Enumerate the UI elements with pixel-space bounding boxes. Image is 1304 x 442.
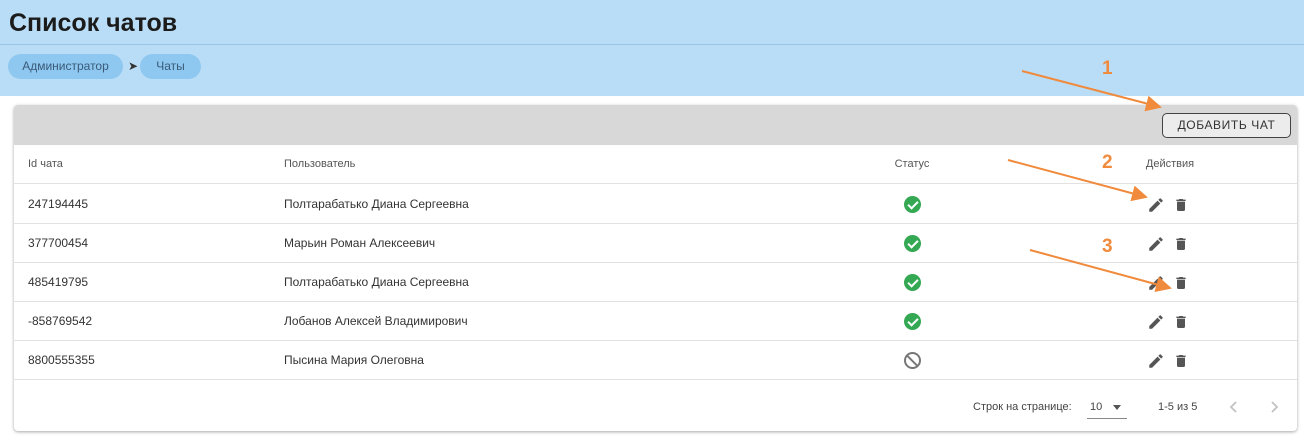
trash-icon[interactable] [1173, 313, 1189, 331]
trash-icon[interactable] [1173, 235, 1189, 253]
annotation-number-1: 1 [1102, 58, 1113, 79]
rows-per-page-label: Строк на странице: [973, 401, 1072, 413]
page-title: Список чатов [9, 9, 178, 37]
column-header-user[interactable]: Пользователь [284, 145, 355, 184]
breadcrumb-separator-icon: ➤ [128, 59, 139, 73]
table-row[interactable]: 8800555355 Пысина Мария Олеговна [14, 341, 1297, 380]
chat-id-cell: 485419795 [28, 275, 89, 289]
chat-id-cell: 8800555355 [28, 353, 95, 367]
chat-id-cell: 247194445 [28, 197, 89, 211]
pencil-icon[interactable] [1147, 274, 1165, 292]
table-row[interactable]: 247194445 Полтарабатько Диана Сергеевна [14, 185, 1297, 224]
page-header: Список чатов Администратор ➤ Чаты [0, 0, 1304, 96]
user-cell: Лобанов Алексей Владимирович [284, 314, 468, 328]
column-header-actions: Действия [1145, 158, 1195, 170]
user-cell: Полтарабатько Диана Сергеевна [284, 197, 469, 211]
header-divider [0, 44, 1304, 45]
pencil-icon[interactable] [1147, 313, 1165, 331]
rows-per-page-value: 10 [1090, 401, 1103, 413]
trash-icon[interactable] [1173, 274, 1189, 292]
user-cell: Полтарабатько Диана Сергеевна [284, 275, 469, 289]
pencil-icon[interactable] [1147, 352, 1165, 370]
pencil-icon[interactable] [1147, 235, 1165, 253]
blocked-status-icon [904, 352, 921, 369]
chat-id-cell: -858769542 [28, 314, 93, 328]
rows-per-page-select[interactable]: 10 [1087, 397, 1127, 419]
user-cell: Марьин Роман Алексеевич [284, 236, 436, 250]
pencil-icon[interactable] [1147, 196, 1165, 214]
breadcrumb-chats[interactable]: Чаты [140, 54, 201, 79]
chevron-left-icon[interactable] [1226, 398, 1242, 416]
check-circle-icon [904, 196, 921, 213]
trash-icon[interactable] [1173, 196, 1189, 214]
table-toolbar: ДОБАВИТЬ ЧАТ [14, 105, 1297, 145]
chevron-right-icon[interactable] [1266, 398, 1282, 416]
caret-down-icon [1113, 405, 1121, 410]
check-circle-icon [904, 235, 921, 252]
breadcrumb-admin[interactable]: Администратор [8, 54, 123, 79]
annotation-number-2: 2 [1102, 152, 1113, 173]
check-circle-icon [904, 274, 921, 291]
page-range-text: 1-5 из 5 [1158, 401, 1198, 413]
user-cell: Пысина Мария Олеговна [284, 353, 424, 367]
add-chat-button[interactable]: ДОБАВИТЬ ЧАТ [1162, 113, 1291, 138]
column-header-status[interactable]: Статус [892, 145, 932, 184]
table-row[interactable]: -858769542 Лобанов Алексей Владимирович [14, 302, 1297, 341]
table-pagination: Строк на странице: 10 1-5 из 5 [14, 386, 1297, 431]
annotation-number-3: 3 [1102, 236, 1113, 257]
check-circle-icon [904, 313, 921, 330]
table-row[interactable]: 485419795 Полтарабатько Диана Сергеевна [14, 263, 1297, 302]
column-header-id[interactable]: Id чата [28, 145, 63, 184]
trash-icon[interactable] [1173, 352, 1189, 370]
chat-id-cell: 377700454 [28, 236, 89, 250]
